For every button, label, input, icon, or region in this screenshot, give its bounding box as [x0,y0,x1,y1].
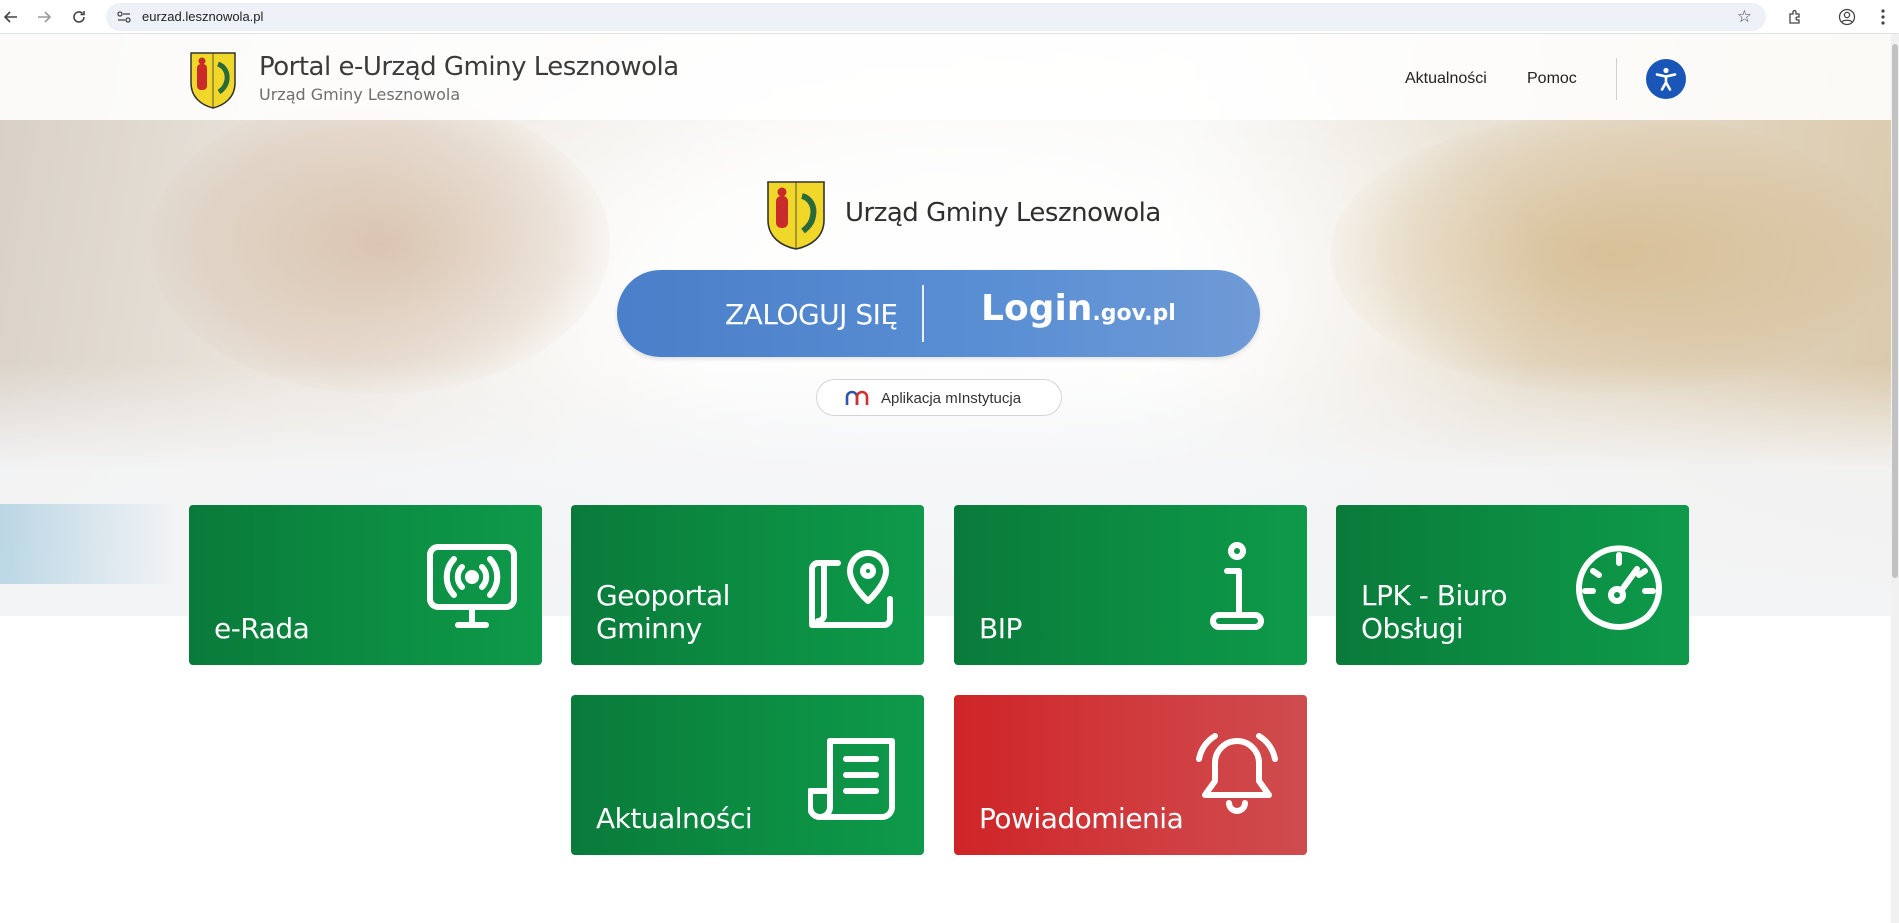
newspaper-icon [807,731,900,823]
minstytucja-label: Aplikacja mInstytucja [881,390,1022,407]
chart-paper-shape [0,504,180,584]
tile-powiadomienia[interactable]: Powiadomienia [954,695,1307,855]
tile-label: e-Rada [214,612,310,645]
office-coat-of-arms [765,179,827,251]
monitor-broadcast-icon [426,541,518,633]
tile-label: LPK - Biuro Obsługi [1361,579,1508,645]
accessibility-icon [1655,67,1677,91]
tile-label: Geoportal Gminny [596,579,730,645]
page: { "browser": { "url": "eurzad.lesznowola… [0,0,1899,923]
laptop-shape [1330,114,1890,394]
nav-link-aktualnosci[interactable]: Aktualności [1405,70,1487,88]
profile-icon[interactable] [1836,6,1858,28]
login-gov-logo: Login.gov.pl [981,288,1176,329]
menu-kebab-icon[interactable] [1872,6,1894,28]
minstytucja-icon [845,390,869,405]
back-icon[interactable] [0,6,22,28]
browser-toolbar: eurzad.lesznowola.pl ☆ [0,0,1899,34]
tile-geoportal[interactable]: Geoportal Gminny [571,505,924,665]
map-pin-icon [808,541,900,633]
forward-icon[interactable] [33,6,55,28]
nav-link-pomoc[interactable]: Pomoc [1527,70,1577,88]
bell-icon [1191,731,1283,823]
office-title: Urząd Gminy Lesznowola [845,198,1161,228]
portal-title[interactable]: Portal e-Urząd Gminy Lesznowola [259,52,679,82]
tile-lpk-biuro-obslugi[interactable]: LPK - Biuro Obsługi [1336,505,1689,665]
tile-e-rada[interactable]: e-Rada [189,505,542,665]
accessibility-button[interactable] [1646,59,1686,99]
login-gov-button[interactable]: ZALOGUJ SIĘ Login.gov.pl [617,270,1260,357]
tile-aktualnosci[interactable]: Aktualności [571,695,924,855]
hand-shape [150,94,610,394]
login-gov-suffix: .gov.pl [1092,301,1176,326]
tile-bip[interactable]: BIP [954,505,1307,665]
tile-label: Powiadomienia [979,802,1184,835]
tile-label: Aktualności [596,802,753,835]
gauge-icon [1573,541,1665,633]
address-bar[interactable]: eurzad.lesznowola.pl ☆ [106,3,1766,31]
login-separator [922,285,924,342]
scrollbar-thumb[interactable] [1892,44,1898,578]
tile-label: BIP [979,612,1022,645]
bookmark-star-icon[interactable]: ☆ [1737,7,1752,27]
login-label: ZALOGUJ SIĘ [725,298,898,331]
info-icon [1191,541,1283,633]
coat-of-arms-logo[interactable] [188,50,238,110]
site-info-icon[interactable] [116,9,132,25]
reload-icon[interactable] [68,6,90,28]
login-gov-main: Login [981,288,1093,329]
portal-subtitle: Urząd Gminy Lesznowola [259,85,461,104]
minstytucja-app-button[interactable]: Aplikacja mInstytucja [816,379,1062,416]
extensions-icon[interactable] [1784,6,1806,28]
url-text: eurzad.lesznowola.pl [142,9,264,24]
header-divider [1616,58,1617,100]
